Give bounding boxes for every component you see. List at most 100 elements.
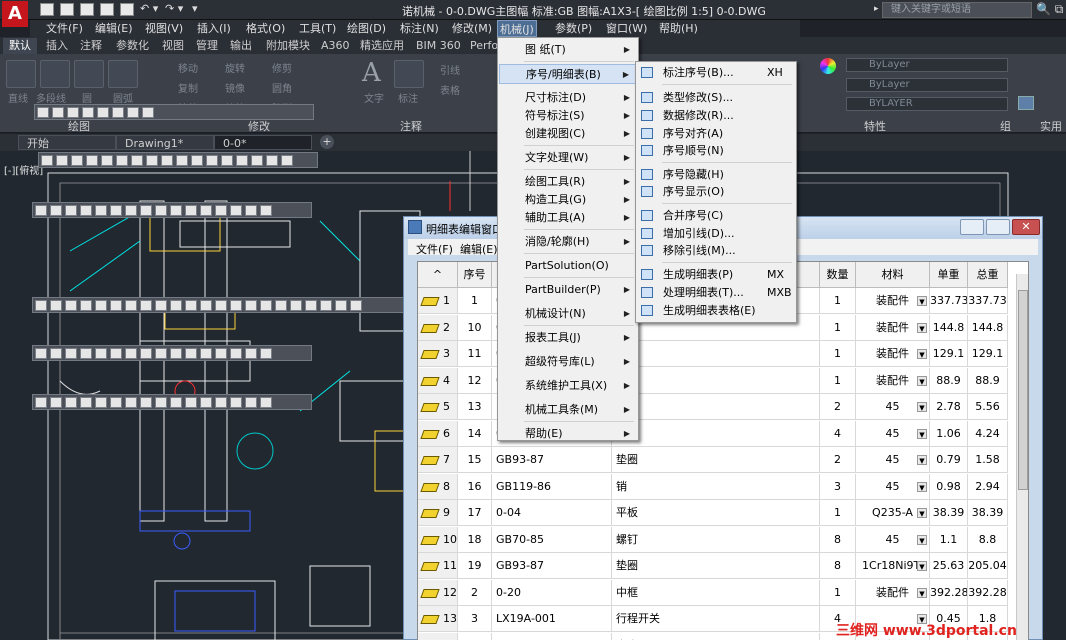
- tool-icon[interactable]: [185, 300, 197, 311]
- bom-cell-qty[interactable]: 1: [820, 341, 856, 367]
- tool-icon[interactable]: [71, 155, 83, 166]
- material-dropdown-icon[interactable]: ▼: [917, 296, 927, 306]
- bom-cell-no[interactable]: 10: [458, 314, 492, 341]
- mech-menu-item-2[interactable]: 尺寸标注(D) ▶: [499, 88, 637, 108]
- tool-icon[interactable]: [95, 205, 107, 216]
- bom-cell-no[interactable]: 19: [458, 553, 492, 579]
- bom-submenu-item-6[interactable]: 序号显示(O): [637, 183, 795, 200]
- tool-icon[interactable]: [260, 205, 272, 216]
- tool-icon[interactable]: [290, 300, 302, 311]
- row-header[interactable]: 14: [418, 632, 458, 640]
- tool-icon[interactable]: [35, 205, 47, 216]
- bom-cell-total[interactable]: 38.39: [968, 500, 1008, 526]
- menu-help[interactable]: 帮助(H): [657, 20, 700, 37]
- group-icon[interactable]: [1018, 96, 1034, 110]
- tool-icon[interactable]: [131, 155, 143, 166]
- row-header[interactable]: 7: [418, 447, 458, 473]
- bom-cell-qty[interactable]: 1: [820, 367, 856, 394]
- bom-cell-total[interactable]: 337.73: [968, 288, 1008, 314]
- bom-menu-edit[interactable]: 编辑(E): [460, 241, 498, 257]
- bom-submenu-item-2[interactable]: 数据修改(R)...: [637, 107, 795, 124]
- row-header[interactable]: 5: [418, 394, 458, 420]
- tool-icon[interactable]: [215, 397, 227, 408]
- bom-cell-code[interactable]: 0-20: [492, 579, 612, 606]
- mirror-tool[interactable]: 镜像: [225, 80, 245, 95]
- tool-icon[interactable]: [245, 300, 257, 311]
- bom-cell-no[interactable]: 18: [458, 526, 492, 553]
- bom-submenu-item-12[interactable]: 生成明细表表格(E): [637, 302, 795, 319]
- tool-icon[interactable]: [140, 205, 152, 216]
- tool-icon[interactable]: [41, 155, 53, 166]
- color-wheel-icon[interactable]: [820, 58, 836, 74]
- bom-cell-qty[interactable]: 8: [820, 553, 856, 579]
- rotate-tool[interactable]: 旋转: [225, 60, 245, 75]
- linetype-select[interactable]: ByLayer: [846, 78, 1008, 92]
- tool-icon[interactable]: [140, 300, 152, 311]
- bom-cell-qty[interactable]: 1: [820, 500, 856, 526]
- menu-draw[interactable]: 绘图(D): [345, 20, 388, 37]
- row-header[interactable]: 6: [418, 420, 458, 447]
- tool-icon[interactable]: [161, 155, 173, 166]
- bom-cell-material[interactable]: 装配件 ▼: [856, 341, 930, 367]
- edit-pencil-icon[interactable]: [420, 615, 440, 624]
- bom-submenu-item-7[interactable]: 合并序号(C): [637, 207, 795, 224]
- menu-window[interactable]: 窗口(W): [604, 20, 649, 37]
- panel-label-properties[interactable]: 特性: [864, 118, 886, 134]
- dimension-tool-icon[interactable]: [394, 60, 424, 88]
- tool-icon[interactable]: [50, 205, 62, 216]
- edit-pencil-icon[interactable]: [420, 376, 440, 386]
- lineweight-select[interactable]: BYLAYER: [846, 97, 1008, 111]
- edit-pencil-icon[interactable]: [420, 429, 440, 439]
- tool-icon[interactable]: [65, 348, 77, 359]
- tool-icon[interactable]: [215, 205, 227, 216]
- bom-cell-unit[interactable]: 144.8: [930, 314, 968, 341]
- ribbon-tab-insert[interactable]: 插入: [46, 38, 68, 54]
- row-header[interactable]: 9: [418, 500, 458, 526]
- tool-icon[interactable]: [140, 348, 152, 359]
- bom-cell-name[interactable]: 平板: [612, 500, 820, 526]
- bom-cell-no[interactable]: 14: [458, 420, 492, 447]
- maximize-icon[interactable]: [986, 219, 1010, 235]
- leader-tool[interactable]: 引线: [440, 62, 460, 77]
- mech-menu-item-12[interactable]: 机械设计(N) ▶: [499, 304, 637, 324]
- material-dropdown-icon[interactable]: ▼: [917, 428, 927, 439]
- tool-icon[interactable]: [50, 397, 62, 408]
- copy-tool[interactable]: 复制: [178, 80, 198, 95]
- bom-submenu-item-0[interactable]: 标注序号(B)... XH: [637, 64, 795, 81]
- header-qty[interactable]: 数量: [820, 262, 856, 288]
- bom-cell-no[interactable]: 13: [458, 394, 492, 420]
- material-dropdown-icon[interactable]: ▼: [917, 402, 927, 412]
- bom-cell-material[interactable]: 45 ▼: [856, 447, 930, 473]
- menu-modify[interactable]: 修改(M): [450, 20, 494, 37]
- tool-icon[interactable]: [230, 348, 242, 359]
- bom-cell-code[interactable]: 0-30: [492, 632, 612, 640]
- color-select[interactable]: ByLayer: [846, 58, 1008, 72]
- bom-cell-no[interactable]: 2: [458, 579, 492, 606]
- tool-icon[interactable]: [206, 155, 218, 166]
- row-header[interactable]: 1: [418, 288, 458, 314]
- tool-icon[interactable]: [112, 107, 124, 118]
- app-logo[interactable]: A: [2, 1, 28, 27]
- bom-cell-material[interactable]: 45 ▼: [856, 420, 930, 447]
- tool-icon[interactable]: [110, 205, 122, 216]
- mech-menu-item-6[interactable]: 绘图工具(R) ▶: [499, 172, 637, 192]
- tool-icon[interactable]: [80, 300, 92, 311]
- bom-cell-unit[interactable]: 337.73: [930, 288, 968, 314]
- material-dropdown-icon[interactable]: ▼: [917, 481, 927, 492]
- bom-cell-code[interactable]: GB93-87: [492, 553, 612, 579]
- tool-icon[interactable]: [260, 397, 272, 408]
- bom-cell-name[interactable]: 螺钉: [612, 526, 820, 553]
- bom-cell-qty[interactable]: 8: [820, 526, 856, 553]
- bom-cell-name[interactable]: 垫圈: [612, 447, 820, 473]
- tool-icon[interactable]: [35, 300, 47, 311]
- trim-tool[interactable]: 修剪: [272, 60, 292, 75]
- tool-icon[interactable]: [56, 155, 68, 166]
- bom-cell-code[interactable]: GB70-85: [492, 526, 612, 553]
- tool-icon[interactable]: [230, 300, 242, 311]
- mech-menu-item-10[interactable]: PartSolution(O): [499, 256, 637, 276]
- row-header[interactable]: 8: [418, 473, 458, 500]
- minimize-icon[interactable]: [960, 219, 984, 235]
- tool-icon[interactable]: [125, 205, 137, 216]
- bom-cell-material[interactable]: 45 ▼: [856, 526, 930, 553]
- tool-icon[interactable]: [65, 205, 77, 216]
